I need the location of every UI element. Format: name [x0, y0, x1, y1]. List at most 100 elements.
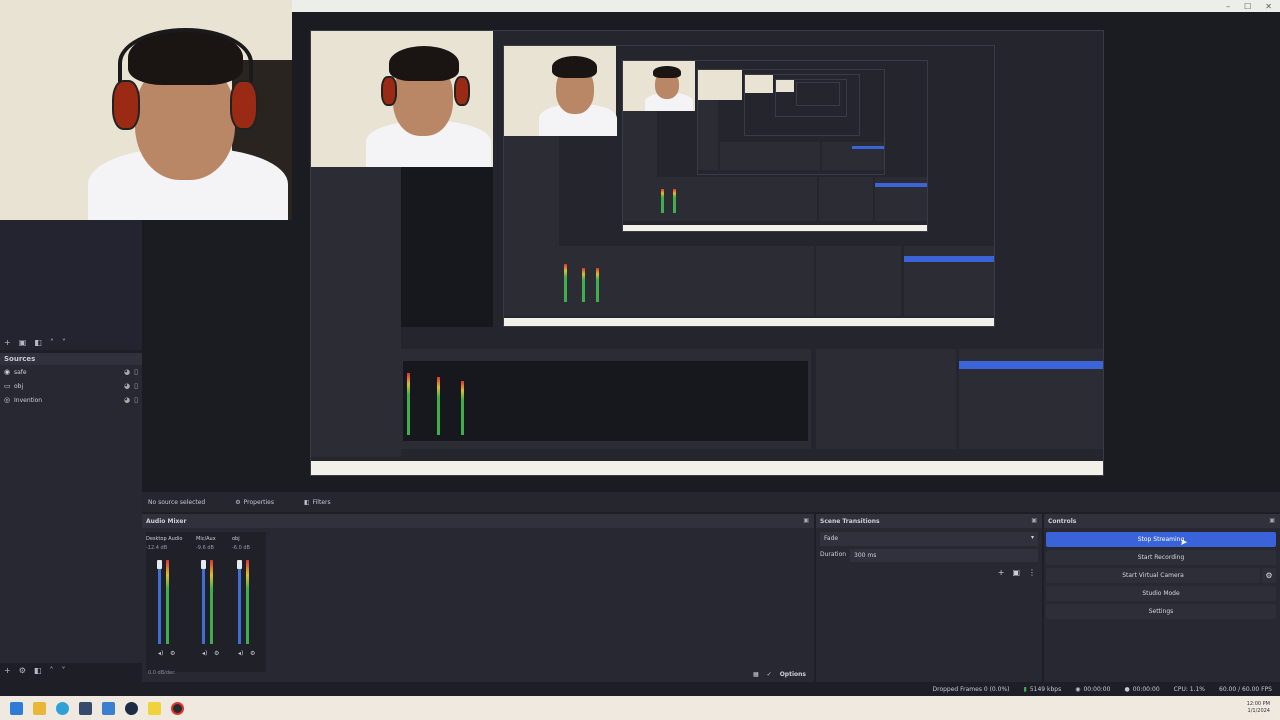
filters-label: Filters — [312, 498, 331, 506]
more-icon[interactable]: ⋮ — [1028, 568, 1036, 577]
app-icon[interactable] — [79, 701, 92, 715]
settings-icon[interactable]: ◧ — [34, 666, 42, 675]
mail-icon[interactable] — [102, 701, 115, 715]
source-toolbar: No source selected ⚙ Properties ◧ Filter… — [142, 492, 1280, 512]
notes-icon[interactable] — [148, 701, 161, 715]
scenes-toolbar: + ▣ ◧ ˄ ˅ — [4, 338, 66, 347]
lock-icon[interactable]: ▯ — [134, 396, 138, 404]
trash-icon[interactable]: ▣ — [19, 338, 27, 347]
transition-select[interactable]: Fade ▾ — [820, 532, 1038, 546]
volume-fader[interactable] — [201, 560, 206, 569]
edge-icon[interactable] — [56, 701, 69, 715]
volume-fader[interactable] — [237, 560, 242, 569]
down-icon[interactable]: ˅ — [62, 338, 66, 347]
rec-time: 00:00:00 — [1132, 685, 1160, 693]
live-icon: ◉ — [1075, 685, 1081, 693]
eye-icon[interactable]: ◕ — [124, 382, 130, 390]
close-icon[interactable]: ✕ — [1265, 2, 1272, 11]
bitrate-value: 5149 kbps — [1029, 685, 1062, 693]
properties-button[interactable]: ⚙ Properties — [235, 499, 274, 506]
window-titlebar — [292, 0, 1280, 12]
bitrate-indicator: ▮ 5149 kbps — [1024, 686, 1062, 693]
signal-icon: ▮ — [1023, 685, 1027, 693]
add-icon[interactable]: + — [998, 568, 1005, 577]
minimize-icon[interactable]: – — [1226, 2, 1230, 11]
stop-streaming-button[interactable]: Stop Streaming — [1046, 532, 1276, 547]
maximize-icon[interactable]: ☐ — [1244, 2, 1251, 11]
up-icon[interactable]: ˄ — [49, 666, 53, 675]
scenes-dock — [0, 220, 142, 350]
source-item[interactable]: ▭ obj ◕ ▯ — [0, 379, 142, 393]
up-icon[interactable]: ˄ — [50, 338, 54, 347]
file-explorer-icon[interactable] — [33, 701, 46, 715]
add-icon[interactable]: + — [4, 338, 11, 347]
properties-label: Properties — [243, 498, 274, 506]
down-icon[interactable]: ˅ — [61, 666, 65, 675]
sources-dock: Sources ◉ safe ◕ ▯ ▭ obj ◕ ▯ ◎ Invention ◕… — [0, 353, 142, 663]
channel-name: Desktop Audio — [146, 536, 183, 542]
virtual-camera-settings-icon[interactable]: ⚙ — [1262, 568, 1276, 583]
eye-icon[interactable]: ◕ — [124, 368, 130, 376]
audio-icon: ◎ — [4, 396, 11, 404]
dock-float-icon[interactable]: ▣ — [1031, 517, 1037, 524]
mixer-footer-label: 0.0 dB/dec — [148, 670, 175, 676]
lock-icon[interactable]: ▯ — [134, 382, 138, 390]
add-icon[interactable]: + — [4, 666, 11, 675]
filter-icon[interactable]: ◧ — [34, 338, 42, 347]
start-virtual-camera-button[interactable]: Start Virtual Camera — [1046, 568, 1260, 583]
webcam-overlay — [0, 0, 292, 220]
speaker-icon[interactable]: ◂) — [202, 650, 207, 657]
volume-fader[interactable] — [157, 560, 162, 569]
camera-icon: ◉ — [4, 368, 11, 376]
filters-button[interactable]: ◧ Filters — [304, 499, 331, 506]
start-recording-button[interactable]: Start Recording — [1046, 550, 1276, 565]
obs-icon[interactable] — [171, 701, 184, 715]
source-item[interactable]: ◉ safe ◕ ▯ — [0, 365, 142, 379]
settings-button[interactable]: Settings — [1046, 604, 1276, 619]
window-controls: – ☐ ✕ — [1226, 0, 1272, 12]
chevron-down-icon: ▾ — [1030, 534, 1034, 541]
channel-name: Mic/Aux — [196, 536, 216, 542]
rec-indicator: ● 00:00:00 — [1124, 686, 1159, 693]
nested-preview-1 — [310, 30, 1104, 476]
link-icon[interactable]: ✓ — [767, 671, 772, 678]
studio-mode-button[interactable]: Studio Mode — [1046, 586, 1276, 601]
webcam-person — [0, 0, 292, 220]
transitions-title: Scene Transitions — [820, 518, 880, 525]
preview-left-gutter — [142, 220, 292, 482]
steam-icon[interactable] — [125, 701, 138, 715]
windows-start-icon[interactable] — [10, 701, 23, 715]
dock-float-icon[interactable]: ▣ — [1269, 517, 1275, 524]
duration-label: Duration — [820, 551, 847, 558]
live-indicator: ◉ 00:00:00 — [1075, 686, 1110, 693]
trash-icon[interactable]: ▣ — [1012, 568, 1020, 577]
duration-input[interactable]: 300 ms — [850, 549, 1038, 562]
speaker-icon[interactable]: ◂) — [158, 650, 163, 657]
channel-db: -9.6 dB — [196, 545, 214, 551]
scene-transitions-dock: Scene Transitions ▣ Fade ▾ Duration 300 … — [816, 514, 1042, 682]
channel-db: -6.0 dB — [232, 545, 250, 551]
sources-title: Sources — [0, 353, 142, 365]
taskbar-time: 12:00 PM — [1246, 701, 1270, 707]
gear-icon[interactable]: ⚙ — [214, 650, 219, 657]
channel-db: -12.4 dB — [146, 545, 168, 551]
dock-float-icon[interactable]: ▣ — [803, 517, 809, 524]
source-label: safe — [14, 368, 27, 376]
dropped-frames: Dropped Frames 0 (0.0%) — [932, 685, 1010, 693]
gear-icon[interactable]: ⚙ — [19, 666, 26, 675]
advanced-audio-icon[interactable]: ▦ — [753, 671, 759, 678]
lock-icon[interactable]: ▯ — [134, 368, 138, 376]
source-label: Invention — [14, 396, 43, 404]
speaker-icon[interactable]: ◂) — [238, 650, 243, 657]
status-bar: Dropped Frames 0 (0.0%) ▮ 5149 kbps ◉ 00… — [140, 682, 1280, 696]
cpu-usage: CPU: 1.1% — [1173, 685, 1206, 693]
audio-mixer-dock: Audio Mixer ▣ Desktop Audio -12.4 dB ◂) … — [142, 514, 814, 682]
source-item[interactable]: ◎ Invention ◕ ▯ — [0, 393, 142, 407]
eye-icon[interactable]: ◕ — [124, 396, 130, 404]
gear-icon[interactable]: ⚙ — [250, 650, 255, 657]
source-label: obj — [14, 382, 24, 390]
mixer-channel: Mic/Aux -9.6 dB ◂) ⚙ — [196, 536, 236, 676]
gear-icon[interactable]: ⚙ — [170, 650, 175, 657]
transition-type-value: Fade — [824, 535, 839, 542]
options-button[interactable]: Options — [780, 671, 806, 678]
